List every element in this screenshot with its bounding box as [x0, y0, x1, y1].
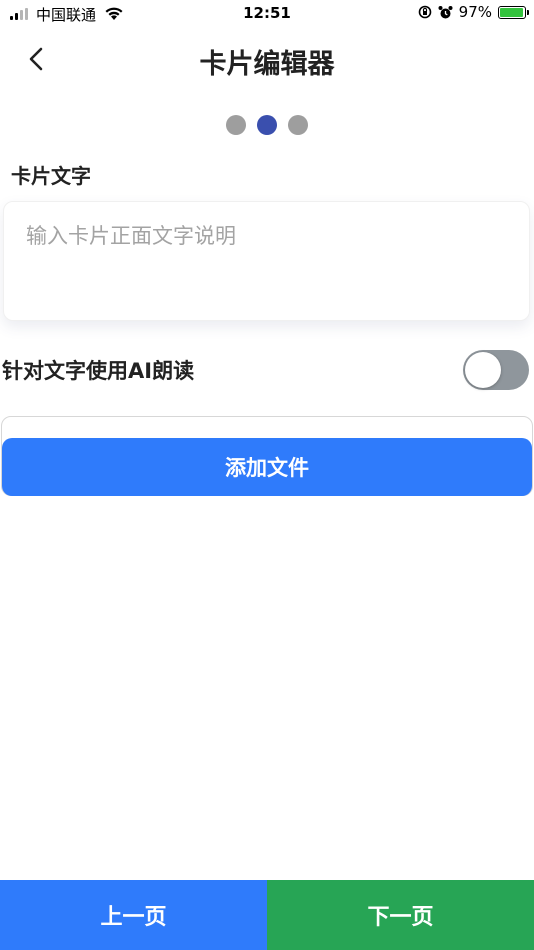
- battery-level-fill: [500, 7, 524, 17]
- ai-read-label: 针对文字使用AI朗读: [2, 359, 195, 383]
- page-title: 卡片编辑器: [199, 49, 335, 80]
- battery-percent: 97%: [458, 3, 492, 21]
- add-file-button[interactable]: 添加文件: [2, 438, 532, 496]
- step-indicator: [0, 115, 534, 135]
- card-text-label: 卡片文字: [11, 164, 91, 188]
- bottom-nav: 上一页 下一页: [0, 880, 534, 950]
- next-page-button[interactable]: 下一页: [267, 880, 534, 950]
- prev-page-button[interactable]: 上一页: [0, 880, 267, 950]
- status-bar: 中国联通 12:51 97%: [0, 0, 534, 28]
- ai-read-toggle[interactable]: [463, 350, 529, 390]
- step-dot-1: [226, 115, 246, 135]
- card-text-input[interactable]: [3, 201, 530, 321]
- battery-icon: [498, 5, 529, 19]
- step-dot-3: [288, 115, 308, 135]
- alarm-icon: [438, 5, 453, 18]
- orientation-lock-icon: [418, 5, 431, 19]
- step-dot-2-active: [257, 115, 277, 135]
- toggle-knob: [465, 352, 501, 388]
